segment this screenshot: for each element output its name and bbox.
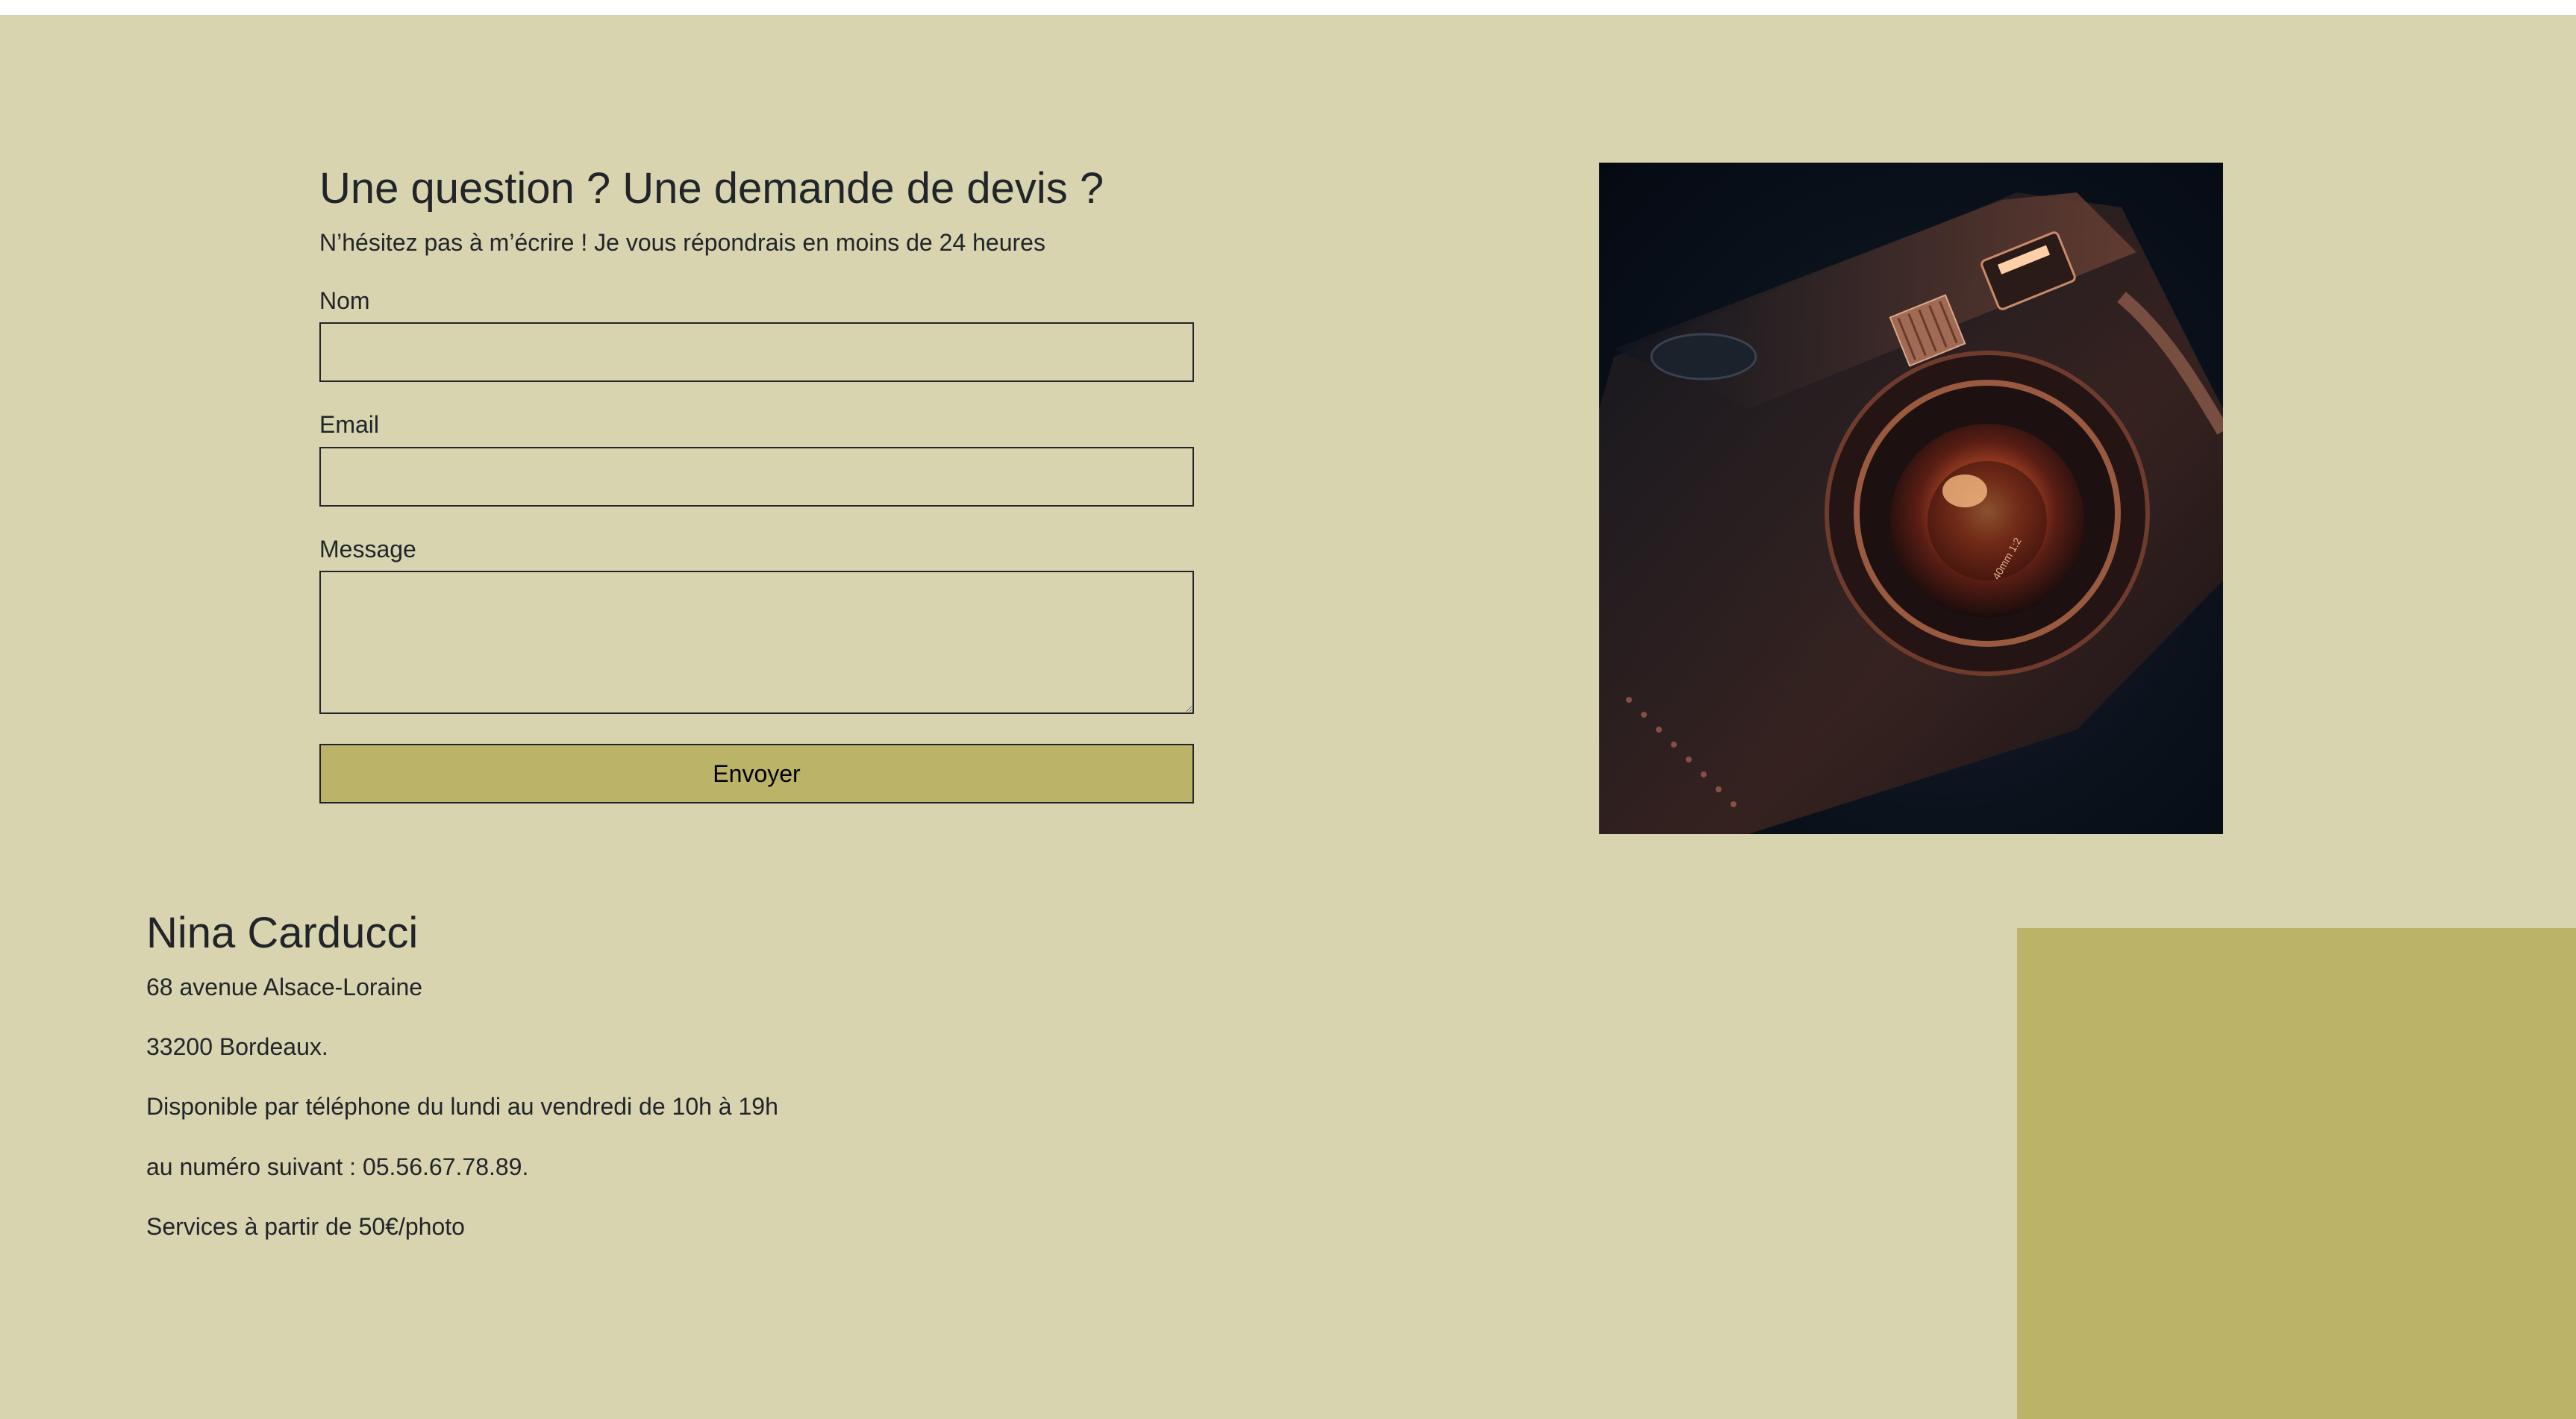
name-label: Nom [319, 286, 370, 314]
pricing-line: Services à partir de 50€/photo [146, 1213, 465, 1241]
phone-line: au numéro suivant : 05.56.67.78.89. [146, 1153, 529, 1180]
availability-line: Disponible par téléphone du lundi au ven… [146, 1093, 778, 1121]
camera-photo: 40mm 1:2 [1599, 163, 2223, 834]
decorative-accent-block [2017, 928, 2576, 1419]
contact-form: Une question ? Une demande de devis ? N’… [319, 163, 1194, 804]
contact-name: Nina Carducci [146, 909, 419, 957]
camera-illustration: 40mm 1:2 [1599, 192, 2223, 834]
submit-button[interactable]: Envoyer [319, 744, 1194, 804]
email-label: Email [319, 411, 380, 439]
email-field[interactable] [319, 446, 1194, 507]
message-field[interactable] [319, 571, 1194, 715]
name-field[interactable] [319, 322, 1194, 383]
page: Une question ? Une demande de devis ? N’… [0, 15, 2576, 1419]
form-title: Une question ? Une demande de devis ? [319, 164, 1104, 213]
message-label: Message [319, 535, 416, 563]
form-subtitle: N’hésitez pas à m’écrire ! Je vous répon… [319, 228, 1045, 256]
address-line: 68 avenue Alsace-Loraine [146, 973, 423, 1000]
city-line: 33200 Bordeaux. [146, 1033, 328, 1060]
contact-info: Nina Carducci 68 avenue Alsace-Loraine 3… [146, 907, 778, 1241]
